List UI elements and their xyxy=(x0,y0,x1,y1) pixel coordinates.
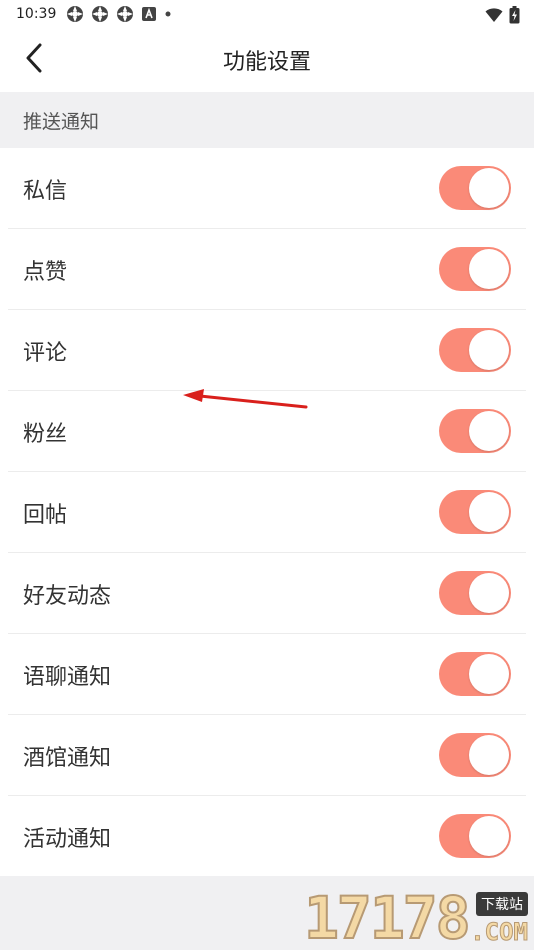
private-message-toggle[interactable] xyxy=(439,166,511,210)
watermark-number: 17178 xyxy=(303,884,472,950)
settings-list: 私信 点赞 评论 粉丝 回帖 好友动态 语聊通知 酒馆通知 活动通知 xyxy=(0,148,534,877)
toggle-knob xyxy=(469,573,509,613)
toggle-knob xyxy=(469,249,509,289)
chevron-left-icon xyxy=(24,43,44,77)
setting-row-events: 活动通知 xyxy=(0,796,534,877)
setting-row-likes: 点赞 xyxy=(0,229,534,310)
battery-charging-icon xyxy=(509,6,520,28)
fans-toggle[interactable] xyxy=(439,409,511,453)
setting-row-replies: 回帖 xyxy=(0,472,534,553)
toggle-knob xyxy=(469,168,509,208)
watermark-tag: 下载站 xyxy=(476,892,528,916)
setting-row-voice-chat: 语聊通知 xyxy=(0,634,534,715)
voice-chat-toggle[interactable] xyxy=(439,652,511,696)
watermark-suffix: .COM xyxy=(470,918,529,947)
setting-label: 酒馆通知 xyxy=(23,745,112,771)
nav-bar: 功能设置 xyxy=(0,28,534,92)
setting-label: 评论 xyxy=(23,340,68,366)
a-notification-icon xyxy=(141,6,157,22)
replies-toggle[interactable] xyxy=(439,490,511,534)
toggle-knob xyxy=(469,735,509,775)
setting-label: 好友动态 xyxy=(23,583,112,609)
setting-row-fans: 粉丝 xyxy=(0,391,534,472)
dot-icon xyxy=(164,10,172,18)
section-title: 推送通知 xyxy=(23,110,100,133)
toggle-knob xyxy=(469,411,509,451)
comments-toggle[interactable] xyxy=(439,328,511,372)
setting-label: 粉丝 xyxy=(23,421,68,447)
toggle-knob xyxy=(469,654,509,694)
setting-label: 私信 xyxy=(23,178,68,204)
status-time: 10:39 xyxy=(16,6,57,22)
section-header: 推送通知 xyxy=(0,92,534,148)
app-notification-icon xyxy=(91,5,109,23)
setting-row-comments: 评论 xyxy=(0,310,534,391)
back-button[interactable] xyxy=(14,38,54,82)
toggle-knob xyxy=(469,816,509,856)
watermark-logo: 17178 下载站 .COM xyxy=(303,884,530,950)
likes-toggle[interactable] xyxy=(439,247,511,291)
page-title: 功能设置 xyxy=(222,50,311,75)
setting-label: 语聊通知 xyxy=(23,664,112,690)
status-bar: 10:39 xyxy=(0,0,534,28)
app-notification-icon xyxy=(66,5,84,23)
setting-label: 回帖 xyxy=(23,502,68,528)
setting-label: 活动通知 xyxy=(23,826,112,852)
friend-activity-toggle[interactable] xyxy=(439,571,511,615)
toggle-knob xyxy=(469,492,509,532)
wifi-icon xyxy=(485,7,503,27)
setting-row-tavern: 酒馆通知 xyxy=(0,715,534,796)
events-toggle[interactable] xyxy=(439,814,511,858)
setting-label: 点赞 xyxy=(23,259,68,285)
app-notification-icon xyxy=(116,5,134,23)
setting-row-friend-activity: 好友动态 xyxy=(0,553,534,634)
toggle-knob xyxy=(469,330,509,370)
tavern-toggle[interactable] xyxy=(439,733,511,777)
setting-row-private-message: 私信 xyxy=(0,148,534,229)
